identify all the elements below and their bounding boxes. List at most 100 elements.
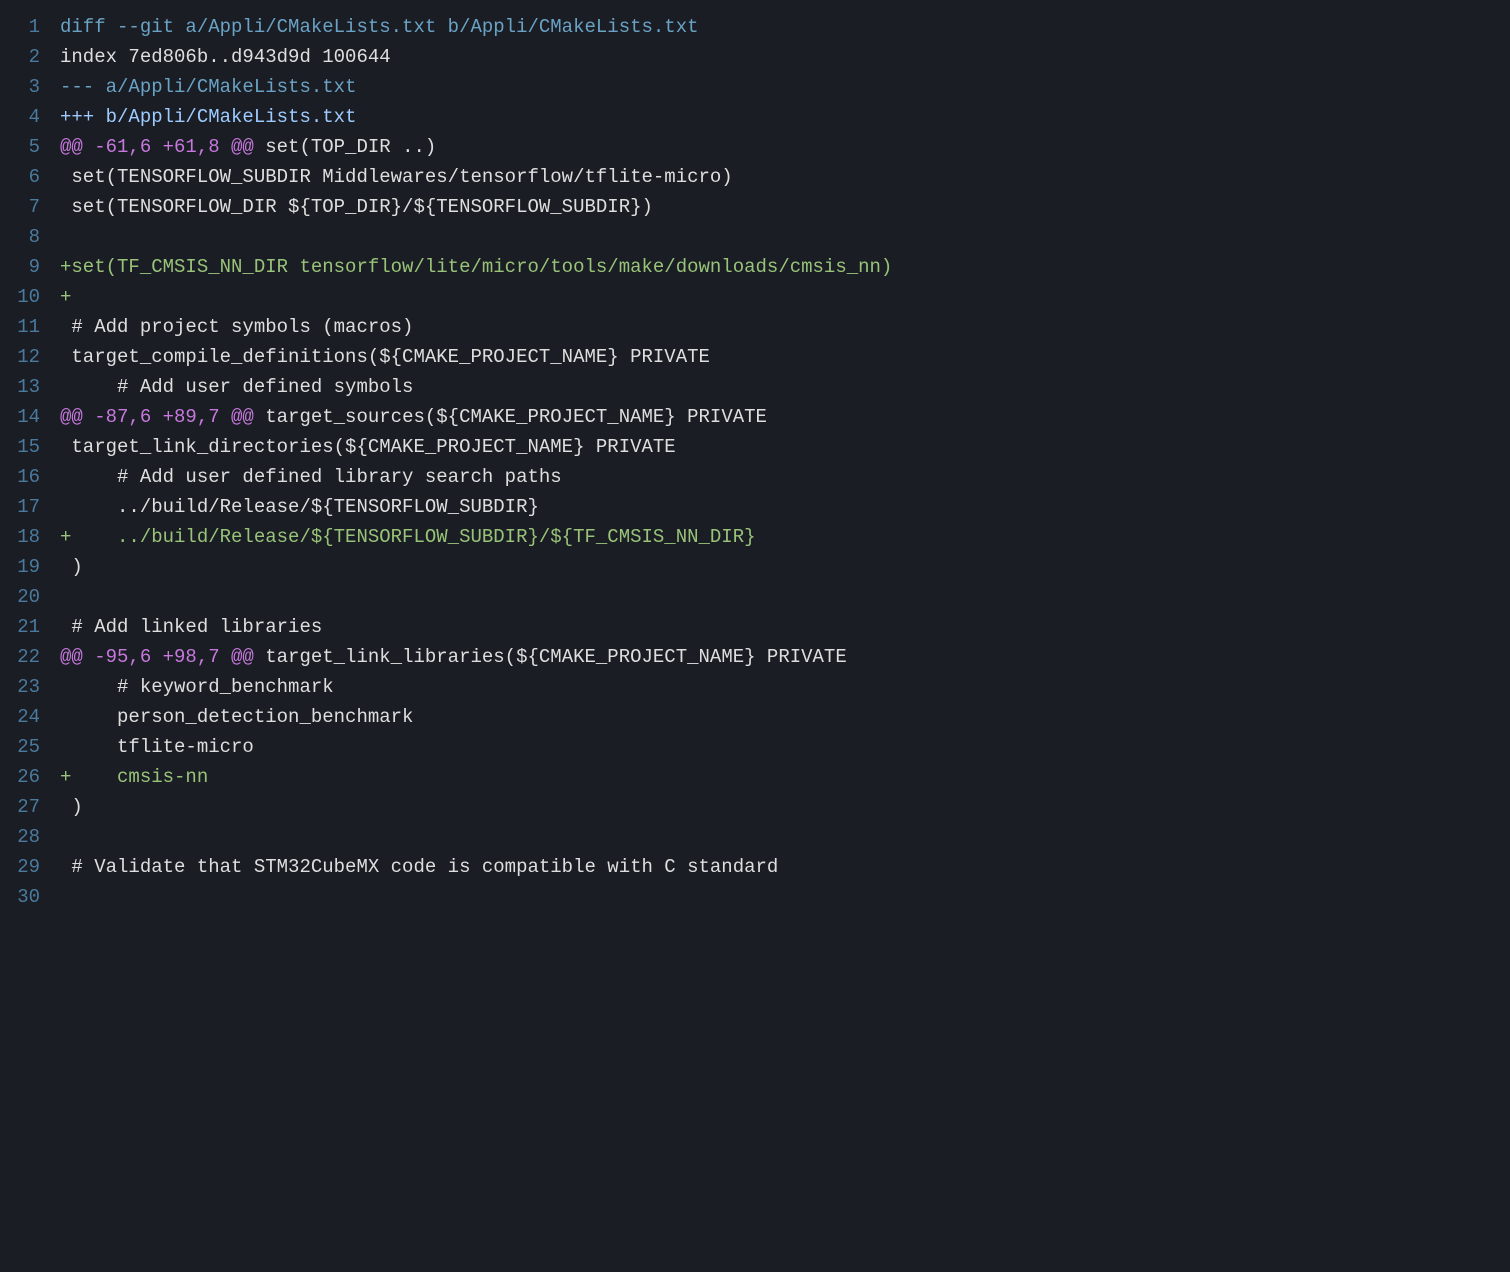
line-number: 24 [0,702,60,732]
line-number: 29 [0,852,60,882]
code-token: tflite-micro [60,736,254,758]
code-token: diff --git a/Appli/CMakeLists.txt b/Appl… [60,16,699,38]
code-line: 7 set(TENSORFLOW_DIR ${TOP_DIR}/${TENSOR… [0,192,1502,222]
code-token: ) [60,796,83,818]
code-line: 23 # keyword_benchmark [0,672,1502,702]
line-content: set(TENSORFLOW_DIR ${TOP_DIR}/${TENSORFL… [60,192,1502,222]
code-token: # Add user defined library search paths [60,466,562,488]
code-token: ../build/Release/${TENSORFLOW_SUBDIR} [60,496,539,518]
line-content: diff --git a/Appli/CMakeLists.txt b/Appl… [60,12,1502,42]
line-number: 8 [0,222,60,252]
line-number: 22 [0,642,60,672]
code-line: 11 # Add project symbols (macros) [0,312,1502,342]
code-token: +++ b/Appli/CMakeLists.txt [60,106,356,128]
line-content: @@ -61,6 +61,8 @@ set(TOP_DIR ..) [60,132,1502,162]
code-line: 21 # Add linked libraries [0,612,1502,642]
line-number: 4 [0,102,60,132]
line-number: 6 [0,162,60,192]
line-number: 3 [0,72,60,102]
line-number: 12 [0,342,60,372]
line-content: tflite-micro [60,732,1502,762]
line-content: # Add linked libraries [60,612,1502,642]
code-line: 29 # Validate that STM32CubeMX code is c… [0,852,1502,882]
code-token: # keyword_benchmark [60,676,334,698]
code-token: # Validate that STM32CubeMX code is comp… [60,856,778,878]
code-token: + ../build/Release/${TENSORFLOW_SUBDIR}/… [60,526,756,548]
line-content: target_compile_definitions(${CMAKE_PROJE… [60,342,1502,372]
line-number: 30 [0,882,60,912]
code-line: 5@@ -61,6 +61,8 @@ set(TOP_DIR ..) [0,132,1502,162]
line-content: target_link_directories(${CMAKE_PROJECT_… [60,432,1502,462]
code-token: # Add project symbols (macros) [60,316,413,338]
line-number: 15 [0,432,60,462]
code-line: 18+ ../build/Release/${TENSORFLOW_SUBDIR… [0,522,1502,552]
code-token: set(TOP_DIR ..) [254,136,436,158]
line-content: set(TENSORFLOW_SUBDIR Middlewares/tensor… [60,162,1502,192]
code-line: 2index 7ed806b..d943d9d 100644 [0,42,1502,72]
line-number: 18 [0,522,60,552]
line-number: 10 [0,282,60,312]
code-line: 8 [0,222,1502,252]
code-line: 16 # Add user defined library search pat… [0,462,1502,492]
line-content: + [60,282,1502,312]
code-line: 22@@ -95,6 +98,7 @@ target_link_librarie… [0,642,1502,672]
line-content [60,582,1502,612]
code-token: set(TENSORFLOW_DIR ${TOP_DIR}/${TENSORFL… [60,196,653,218]
line-number: 9 [0,252,60,282]
code-line: 26+ cmsis-nn [0,762,1502,792]
line-content: ../build/Release/${TENSORFLOW_SUBDIR} [60,492,1502,522]
code-token: ) [60,556,83,578]
code-line: 10+ [0,282,1502,312]
code-line: 20 [0,582,1502,612]
code-line: 28 [0,822,1502,852]
code-line: 13 # Add user defined symbols [0,372,1502,402]
diff-code-block: 1diff --git a/Appli/CMakeLists.txt b/App… [0,12,1502,912]
code-token: target_sources(${CMAKE_PROJECT_NAME} PRI… [254,406,767,428]
code-token: person_detection_benchmark [60,706,413,728]
line-number: 20 [0,582,60,612]
line-number: 11 [0,312,60,342]
code-line: 15 target_link_directories(${CMAKE_PROJE… [0,432,1502,462]
line-content: ) [60,552,1502,582]
code-line: 27 ) [0,792,1502,822]
line-content: # keyword_benchmark [60,672,1502,702]
line-number: 5 [0,132,60,162]
line-content [60,222,1502,252]
line-number: 16 [0,462,60,492]
code-token: target_link_directories(${CMAKE_PROJECT_… [60,436,676,458]
code-token: index 7ed806b..d943d9d 100644 [60,46,391,68]
code-line: 3--- a/Appli/CMakeLists.txt [0,72,1502,102]
line-content: +set(TF_CMSIS_NN_DIR tensorflow/lite/mic… [60,252,1502,282]
line-content: # Add user defined symbols [60,372,1502,402]
code-line: 6 set(TENSORFLOW_SUBDIR Middlewares/tens… [0,162,1502,192]
line-number: 23 [0,672,60,702]
line-number: 17 [0,492,60,522]
line-number: 27 [0,792,60,822]
code-line: 12 target_compile_definitions(${CMAKE_PR… [0,342,1502,372]
code-line: 9+set(TF_CMSIS_NN_DIR tensorflow/lite/mi… [0,252,1502,282]
line-content: @@ -95,6 +98,7 @@ target_link_libraries(… [60,642,1502,672]
code-token: +set(TF_CMSIS_NN_DIR tensorflow/lite/mic… [60,256,892,278]
line-number: 19 [0,552,60,582]
line-content: # Add user defined library search paths [60,462,1502,492]
code-token: + [60,286,71,308]
code-line: 14@@ -87,6 +89,7 @@ target_sources(${CMA… [0,402,1502,432]
code-line: 1diff --git a/Appli/CMakeLists.txt b/App… [0,12,1502,42]
line-number: 28 [0,822,60,852]
line-content: + cmsis-nn [60,762,1502,792]
code-line: 17 ../build/Release/${TENSORFLOW_SUBDIR} [0,492,1502,522]
code-token: @@ -95,6 +98,7 @@ [60,646,254,668]
code-token: + cmsis-nn [60,766,208,788]
code-line: 30 [0,882,1502,912]
code-token: target_link_libraries(${CMAKE_PROJECT_NA… [254,646,847,668]
line-content: + ../build/Release/${TENSORFLOW_SUBDIR}/… [60,522,1502,552]
line-number: 21 [0,612,60,642]
line-content: --- a/Appli/CMakeLists.txt [60,72,1502,102]
line-content: +++ b/Appli/CMakeLists.txt [60,102,1502,132]
code-token: # Add user defined symbols [60,376,413,398]
line-content: # Add project symbols (macros) [60,312,1502,342]
line-content: # Validate that STM32CubeMX code is comp… [60,852,1502,882]
code-token: # Add linked libraries [60,616,322,638]
line-number: 14 [0,402,60,432]
line-number: 7 [0,192,60,222]
